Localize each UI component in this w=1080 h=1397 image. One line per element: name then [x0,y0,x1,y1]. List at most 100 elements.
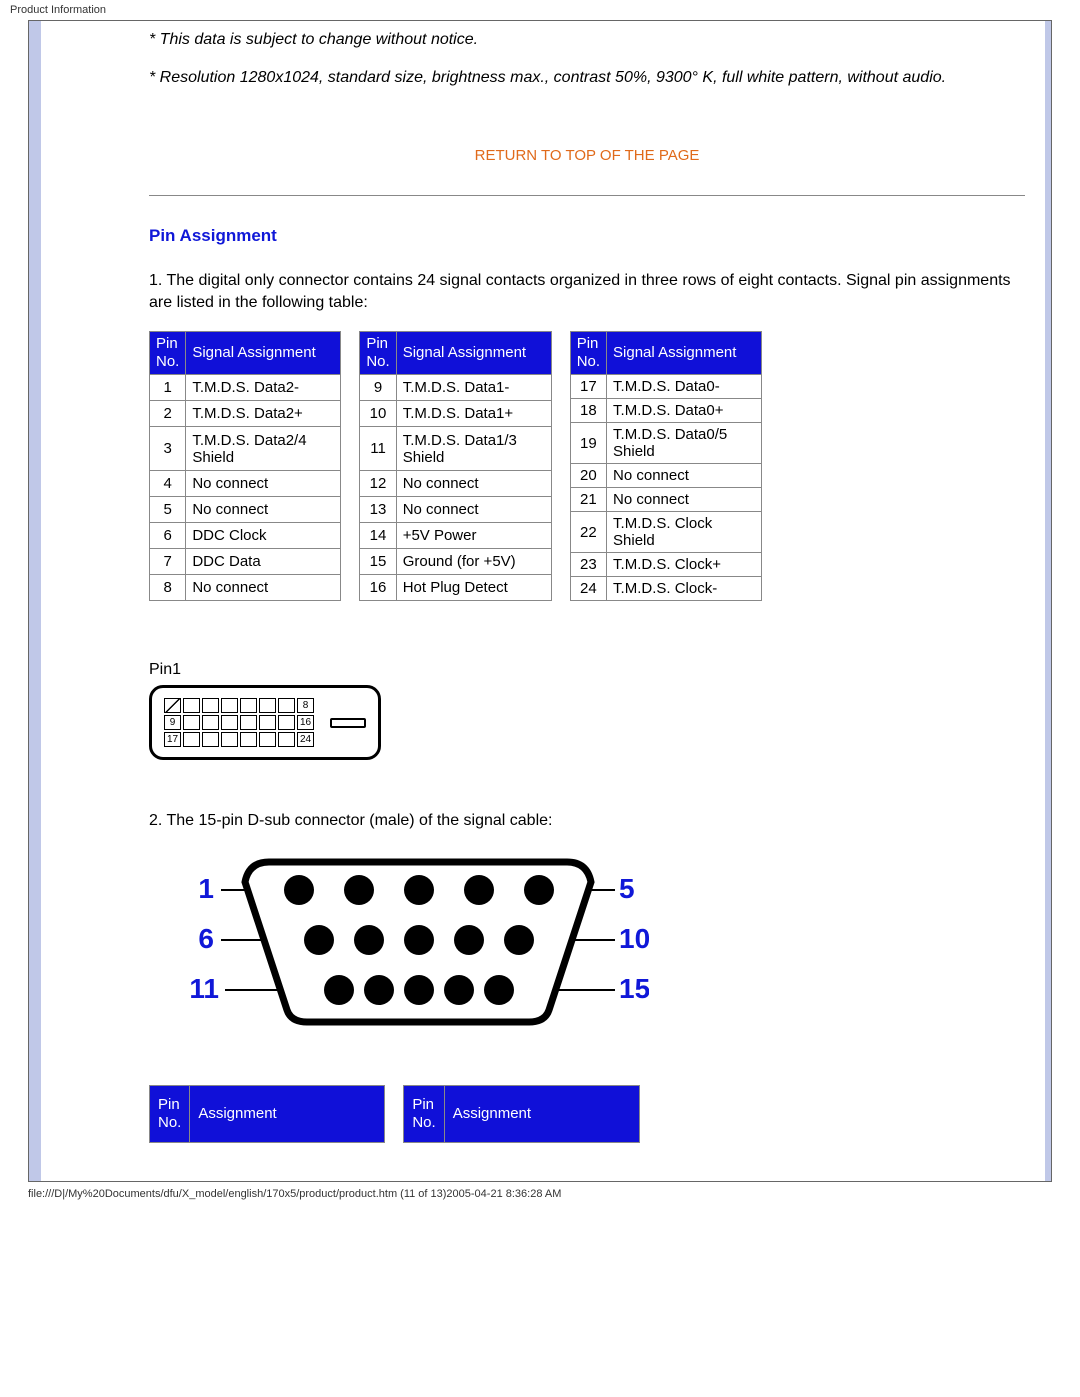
dsub-label-6: 6 [198,923,214,954]
pin-number-cell: 23 [570,553,606,577]
pin-number-cell: 2 [150,401,186,427]
signal-cell: T.M.D.S. Data1/3 Shield [396,427,551,471]
dvi-table-col1: Pin No. Signal Assignment 1T.M.D.S. Data… [149,331,341,601]
pin-number-cell: 8 [150,575,186,601]
signal-cell: No connect [396,497,551,523]
signal-cell: Ground (for +5V) [396,549,551,575]
table-row: 21No connect [570,488,761,512]
table-row: 17T.M.D.S. Data0- [570,375,761,399]
signal-cell: T.M.D.S. Data1+ [396,401,551,427]
dsub-label-1: 1 [198,873,214,904]
dsub-label-5: 5 [619,873,635,904]
dvi-pin [240,715,257,730]
return-top-link[interactable]: RETURN TO TOP OF THE PAGE [475,147,700,164]
section-divider [149,195,1025,196]
signal-cell: DDC Clock [186,523,341,549]
dvi-pin [202,732,219,747]
dvi-pin-16: 16 [297,715,314,730]
pin-number-cell: 11 [360,427,396,471]
dvi-connector-diagram: 8 9 16 17 [149,685,1025,760]
signal-cell: T.M.D.S. Clock- [607,577,762,601]
th-pin-no: Pin No. [150,332,186,375]
table-row: 20No connect [570,464,761,488]
signal-cell: No connect [186,497,341,523]
dvi-pin-9: 9 [164,715,181,730]
th-pin-no: Pin No. [570,332,606,375]
dvi-pin [221,732,238,747]
th-pin-no: Pin No. [360,332,396,375]
dvi-pin-1 [164,698,181,713]
pin1-label: Pin1 [149,661,1025,679]
vga-table-right: Pin No. Assignment [403,1085,639,1143]
pin-number-cell: 13 [360,497,396,523]
dvi-ground-slot [330,718,366,728]
th-assignment: Assignment [444,1085,639,1142]
dsub-label-10: 10 [619,923,649,954]
signal-cell: T.M.D.S. Data2+ [186,401,341,427]
dvi-table-col2: Pin No. Signal Assignment 9T.M.D.S. Data… [359,331,551,601]
signal-cell: No connect [607,464,762,488]
pin-number-cell: 17 [570,375,606,399]
table-row: 13No connect [360,497,551,523]
dvi-pin [278,732,295,747]
table-row: 18T.M.D.S. Data0+ [570,399,761,423]
signal-cell: Hot Plug Detect [396,575,551,601]
main-content: * This data is subject to change without… [41,21,1045,1181]
dvi-table-col3: Pin No. Signal Assignment 17T.M.D.S. Dat… [570,331,762,601]
pin-number-cell: 16 [360,575,396,601]
dvi-pin [259,715,276,730]
table-row: 2T.M.D.S. Data2+ [150,401,341,427]
pin-number-cell: 7 [150,549,186,575]
table-row: 9T.M.D.S. Data1- [360,375,551,401]
signal-cell: No connect [396,471,551,497]
dvi-pin [183,715,200,730]
signal-cell: T.M.D.S. Data2- [186,375,341,401]
dvi-pin [221,715,238,730]
th-assignment: Assignment [190,1085,385,1142]
table-row: 16Hot Plug Detect [360,575,551,601]
table-row: 14+5V Power [360,523,551,549]
notice-resolution: * Resolution 1280x1024, standard size, b… [149,69,1025,87]
pin-number-cell: 3 [150,427,186,471]
left-margin-bar [29,21,41,1181]
pin-number-cell: 9 [360,375,396,401]
th-signal: Signal Assignment [607,332,762,375]
dvi-pin [240,732,257,747]
table-row: 12No connect [360,471,551,497]
th-pin-no: Pin No. [150,1085,190,1142]
pin-number-cell: 5 [150,497,186,523]
pin-number-cell: 18 [570,399,606,423]
notice-change: * This data is subject to change without… [149,31,1025,49]
page-header: Product Information [0,0,1080,20]
dvi-pin [278,698,295,713]
vga-table-left: Pin No. Assignment [149,1085,385,1143]
table-row: 1T.M.D.S. Data2- [150,375,341,401]
dvi-pin [202,715,219,730]
content-frame: * This data is subject to change without… [28,20,1052,1182]
header-title: Product Information [10,4,106,16]
table-row: 10T.M.D.S. Data1+ [360,401,551,427]
dvi-pin [202,698,219,713]
dvi-pin [183,732,200,747]
vga-tables: Pin No. Assignment Pin No. Assignment [149,1085,1025,1143]
signal-cell: T.M.D.S. Clock+ [607,553,762,577]
dvi-pin [221,698,238,713]
th-signal: Signal Assignment [396,332,551,375]
pin-number-cell: 4 [150,471,186,497]
signal-cell: T.M.D.S. Data2/4 Shield [186,427,341,471]
dsub-intro-text: 2. The 15-pin D-sub connector (male) of … [149,810,1025,832]
table-row: 3T.M.D.S. Data2/4 Shield [150,427,341,471]
dsub-label-15: 15 [619,973,649,1004]
right-margin-bar [1045,21,1051,1181]
dvi-intro-text: 1. The digital only connector contains 2… [149,270,1025,313]
signal-cell: DDC Data [186,549,341,575]
table-row: 19T.M.D.S. Data0/5 Shield [570,423,761,464]
pin-number-cell: 21 [570,488,606,512]
dsub-connector-diagram: 1 6 11 5 10 15 [189,850,1025,1035]
table-row: 15Ground (for +5V) [360,549,551,575]
pin-number-cell: 1 [150,375,186,401]
table-row: 4No connect [150,471,341,497]
signal-cell: +5V Power [396,523,551,549]
return-top-wrap: RETURN TO TOP OF THE PAGE [149,147,1025,165]
signal-cell: T.M.D.S. Clock Shield [607,512,762,553]
